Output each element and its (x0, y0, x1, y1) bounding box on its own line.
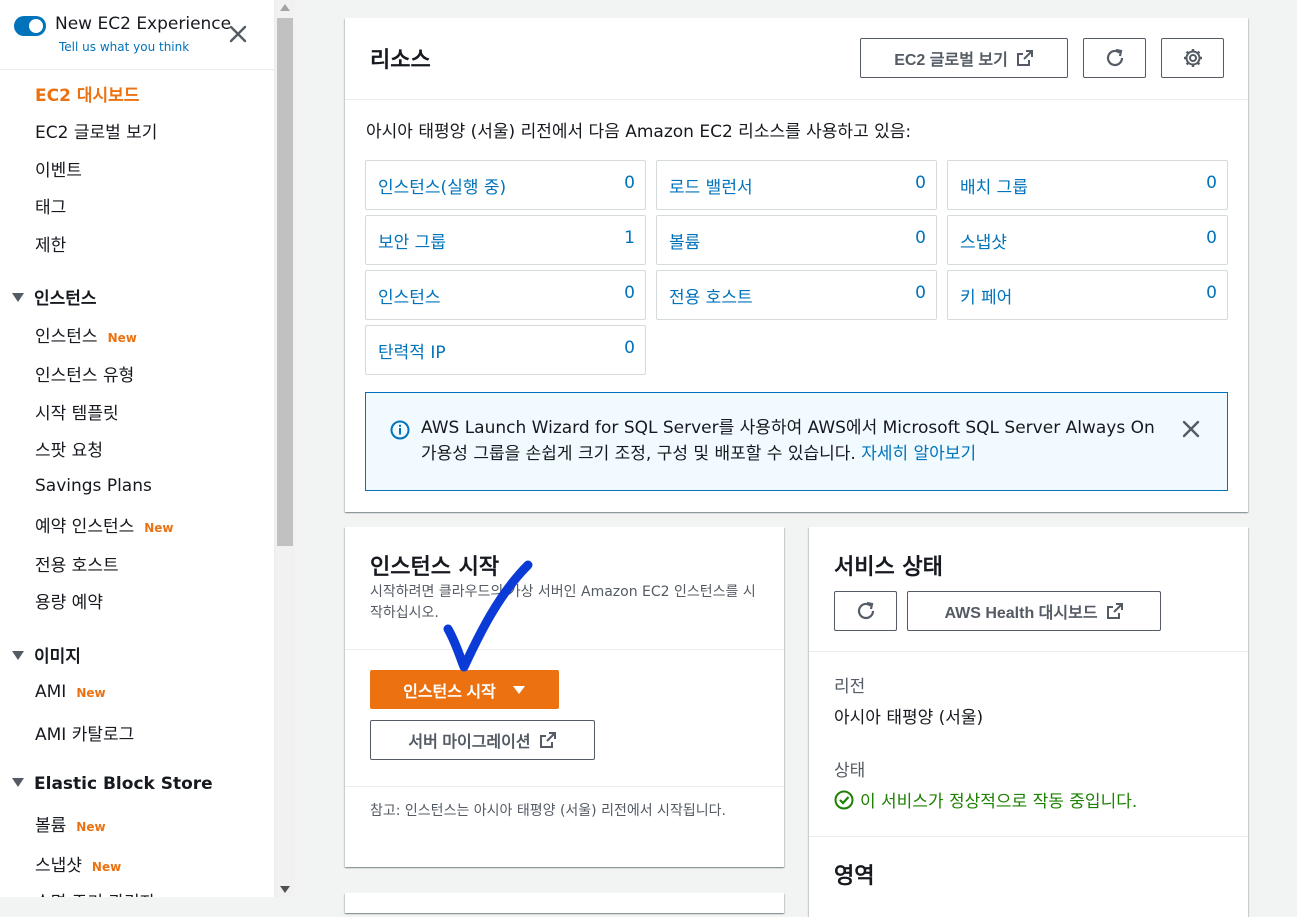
feedback-link[interactable]: Tell us what you think (59, 40, 189, 54)
sidebar-item-dedicated-hosts[interactable]: 전용 호스트 (35, 551, 119, 576)
new-badge: New (76, 686, 106, 700)
gear-icon (1183, 49, 1202, 67)
learn-more-link[interactable]: 자세히 알아보기 (861, 444, 976, 464)
sidebar-section-ebs[interactable]: Elastic Block Store (12, 774, 213, 794)
info-icon (390, 420, 410, 440)
sidebar-item-launch-templates[interactable]: 시작 템플릿 (35, 399, 119, 424)
resource-cell-running-instances[interactable]: 인스턴스(실행 중) 0 (365, 160, 646, 210)
sidebar-item-ec2-global-view[interactable]: EC2 글로벌 보기 (35, 118, 157, 143)
success-check-icon (834, 790, 854, 809)
sidebar-scrollbar[interactable] (275, 0, 295, 897)
new-experience-title: New EC2 Experience (55, 14, 232, 34)
launch-region-note: 참고: 인스턴스는 아시아 태평양 (서울) 리전에서 시작됩니다. (370, 803, 726, 819)
sidebar-item-tags[interactable]: 태그 (35, 193, 66, 218)
status-value: 이 서비스가 정상적으로 작동 중입니다. (860, 792, 1138, 812)
sidebar-item-capacity-reservations[interactable]: 용량 예약 (35, 588, 103, 613)
service-health-title: 서비스 상태 (834, 555, 943, 580)
status-indicator: 이 서비스가 정상적으로 작동 중입니다. (834, 787, 1137, 812)
sidebar-section-images[interactable]: 이미지 (12, 642, 81, 667)
launch-instance-panel: 인스턴스 시작 시작하려면 클라우드의 가상 서버인 Amazon EC2 인스… (345, 527, 784, 867)
close-icon[interactable] (1180, 418, 1202, 440)
refresh-button[interactable] (1083, 38, 1146, 78)
caret-down-icon (12, 293, 24, 302)
caret-down-icon (12, 778, 24, 787)
sidebar-item-events[interactable]: 이벤트 (35, 156, 82, 181)
scroll-up-icon[interactable] (280, 4, 290, 11)
sidebar-item-instance-types[interactable]: 인스턴스 유형 (35, 361, 134, 386)
next-panel (345, 893, 784, 913)
service-health-panel: 서비스 상태 AWS Health 대시보드 리전 아시아 태평양 (서울) 상… (809, 527, 1248, 917)
launch-instance-description: 시작하려면 클라우드의 가상 서버인 Amazon EC2 인스턴스를 시작하십… (370, 584, 756, 621)
new-badge: New (107, 331, 137, 345)
info-alert-text: AWS Launch Wizard for SQL Server를 사용하여 A… (421, 418, 1155, 464)
settings-button[interactable] (1161, 38, 1224, 78)
resource-cell-instances[interactable]: 인스턴스 0 (365, 270, 646, 320)
region-value: 아시아 태평양 (서울) (834, 708, 984, 728)
sidebar-item-reserved-instances[interactable]: 예약 인스턴스 New (35, 512, 174, 537)
resource-cell-elastic-ips[interactable]: 탄력적 IP 0 (365, 325, 646, 375)
refresh-icon (1106, 48, 1123, 67)
new-experience-header: New EC2 Experience Tell us what you thin… (0, 0, 274, 70)
resource-cell-security-groups[interactable]: 보안 그룹 1 (365, 215, 646, 265)
external-link-icon (1106, 603, 1123, 619)
external-link-icon (539, 732, 556, 748)
external-link-icon (1016, 50, 1033, 66)
refresh-icon (857, 601, 874, 620)
resource-cell-key-pairs[interactable]: 키 페어 0 (947, 270, 1228, 320)
info-alert: AWS Launch Wizard for SQL Server를 사용하여 A… (365, 392, 1228, 491)
new-badge: New (91, 860, 122, 874)
sidebar-section-instances[interactable]: 인스턴스 (12, 284, 97, 309)
region-label: 리전 (834, 677, 866, 697)
caret-down-icon (12, 651, 24, 660)
resource-cell-volumes[interactable]: 볼륨 0 (656, 215, 937, 265)
resources-panel: 리소스 EC2 글로벌 보기 아시아 태평양 (서울) 리전에서 다음 Amaz… (345, 18, 1248, 512)
resource-cell-load-balancers[interactable]: 로드 밸런서 0 (656, 160, 937, 210)
sidebar-item-ami-catalog[interactable]: AMI 카탈로그 (35, 720, 134, 745)
ec2-global-view-button[interactable]: EC2 글로벌 보기 (860, 38, 1068, 78)
sidebar: New EC2 Experience Tell us what you thin… (0, 0, 275, 897)
status-label: 상태 (834, 761, 866, 781)
sidebar-item-limits[interactable]: 제한 (35, 231, 66, 256)
checkmark-annotation-icon (443, 560, 533, 672)
new-badge: New (144, 521, 174, 535)
resource-cell-dedicated-hosts[interactable]: 전용 호스트 0 (656, 270, 937, 320)
sidebar-item-spot-requests[interactable]: 스팟 요청 (35, 436, 103, 461)
close-icon[interactable] (226, 22, 250, 46)
zones-title: 영역 (834, 864, 875, 889)
new-badge: New (76, 820, 106, 834)
launch-instance-button[interactable]: 인스턴스 시작 (370, 670, 559, 709)
sidebar-item-ami[interactable]: AMI New (35, 682, 106, 702)
resources-description: 아시아 태평양 (서울) 리전에서 다음 Amazon EC2 리소스를 사용하… (366, 122, 912, 142)
refresh-button[interactable] (834, 591, 897, 631)
resource-cell-snapshots[interactable]: 스냅샷 0 (947, 215, 1228, 265)
sidebar-item-ec2-dashboard[interactable]: EC2 대시보드 (35, 81, 139, 106)
sidebar-item-lifecycle-manager[interactable]: 수명 주기 관리자 (35, 888, 155, 897)
resources-title: 리소스 (370, 48, 431, 73)
new-experience-toggle[interactable] (14, 16, 46, 36)
aws-health-dashboard-button[interactable]: AWS Health 대시보드 (907, 591, 1161, 631)
sidebar-item-savings-plans[interactable]: Savings Plans (35, 476, 152, 496)
sidebar-item-instances[interactable]: 인스턴스 New (35, 322, 137, 347)
scrollbar-thumb[interactable] (277, 18, 293, 546)
resource-cell-placement-groups[interactable]: 배치 그룹 0 (947, 160, 1228, 210)
sidebar-item-snapshots[interactable]: 스냅샷 New (35, 851, 121, 876)
server-migration-button[interactable]: 서버 마이그레이션 (370, 720, 595, 760)
scroll-down-icon[interactable] (280, 886, 290, 893)
caret-down-icon (512, 685, 525, 694)
sidebar-item-volumes[interactable]: 볼륨 New (35, 811, 106, 836)
